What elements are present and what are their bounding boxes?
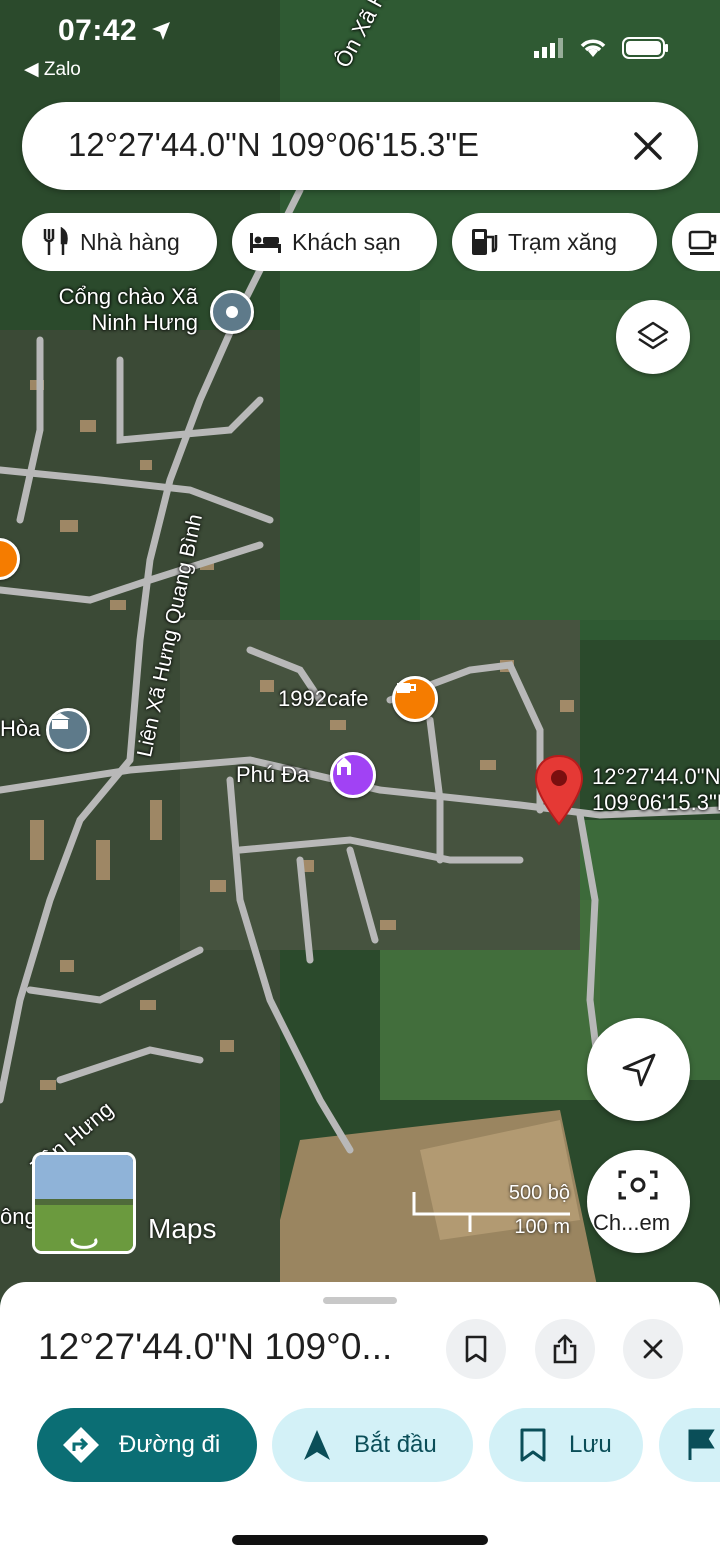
map-label-left: Hòa <box>0 716 41 741</box>
directions-button[interactable]: Đường đi <box>37 1408 257 1482</box>
chip-label: Trạm xăng <box>508 228 618 255</box>
search-query[interactable]: 12°27'44.0"N 109°06'15.3"E <box>68 126 479 164</box>
temple-icon <box>337 757 351 775</box>
start-button[interactable]: Bắt đầu <box>272 1408 473 1482</box>
action-buttons: Đường đi Bắt đầu Lưu <box>0 1408 720 1482</box>
back-app-label: Zalo <box>43 59 81 80</box>
wifi-icon <box>580 39 606 57</box>
save-button[interactable]: Lưu <box>489 1408 643 1482</box>
share-button[interactable] <box>535 1319 595 1379</box>
bookmark-icon <box>520 1428 546 1462</box>
navigation-arrow-icon <box>622 1053 655 1086</box>
layers-button[interactable] <box>616 300 690 374</box>
cafe-pin[interactable] <box>392 676 438 722</box>
scale-bar: 500 bộ 100 m <box>412 1180 572 1240</box>
category-chips: Nhà hàng Khách sạn Trạm xăng <box>22 213 720 271</box>
close-icon <box>643 1339 663 1359</box>
gate-landmark-pin[interactable] <box>210 290 254 334</box>
landmark-dot-icon <box>226 306 238 318</box>
camera-icon <box>618 1170 658 1200</box>
street-view-thumbnail[interactable] <box>32 1152 136 1254</box>
bookmark-icon <box>465 1335 487 1363</box>
street-view-image <box>35 1155 133 1251</box>
chip-label: Nhà hàng <box>80 228 180 255</box>
map-label-cafe: 1992cafe <box>278 686 369 711</box>
save-icon-button[interactable] <box>446 1319 506 1379</box>
place-title: 12°27'44.0"N 109°0... <box>38 1326 393 1367</box>
scale-bottom-label: 100 m <box>514 1216 570 1238</box>
chip-coffee[interactable] <box>672 213 720 271</box>
status-bar: 07:42 ◀ Zalo <box>0 0 720 90</box>
temple-pin[interactable] <box>330 752 376 798</box>
status-icons <box>534 36 670 60</box>
battery-icon <box>622 37 668 59</box>
maps-attribution: Maps <box>148 1213 217 1244</box>
save-label: Lưu <box>569 1431 612 1458</box>
building-icon <box>50 713 70 729</box>
lens-label: Ch...em <box>593 1210 671 1235</box>
share-icon <box>553 1334 577 1364</box>
location-arrow-icon <box>152 22 171 40</box>
layers-icon <box>637 321 669 350</box>
pin-label-line1: 12°27'44.0"N <box>592 764 720 789</box>
coffee-cup-icon <box>397 683 416 693</box>
directions-icon <box>63 1427 99 1463</box>
search-bar[interactable]: 12°27'44.0"N 109°06'15.3"E <box>22 102 698 190</box>
dropped-pin-label: 12°27'44.0"N 109°06'15.3"E <box>592 764 720 817</box>
gas-station-icon <box>472 229 498 255</box>
more-action-button[interactable] <box>659 1408 720 1482</box>
status-time: 07:42 <box>58 14 172 48</box>
home-indicator <box>232 1535 488 1545</box>
time-text: 07:42 <box>58 14 138 47</box>
coffee-icon <box>688 230 717 255</box>
place-sheet[interactable]: 12°27'44.0"N 109°0... Đường đi Bắt đầu L… <box>0 1282 720 1559</box>
hotel-icon <box>250 233 281 253</box>
start-label: Bắt đầu <box>354 1431 437 1458</box>
navigation-arrow-icon <box>304 1430 330 1460</box>
pin-label-line2: 109°06'15.3"E <box>592 790 720 816</box>
back-chevron-icon: ◀ <box>24 59 39 80</box>
flag-icon <box>688 1429 715 1460</box>
place-pin-left[interactable] <box>46 708 90 752</box>
chip-gas-stations[interactable]: Trạm xăng <box>452 213 657 271</box>
close-icon[interactable] <box>626 124 670 168</box>
my-location-button[interactable] <box>587 1018 690 1121</box>
back-to-app[interactable]: ◀ Zalo <box>24 58 81 81</box>
signal-icon <box>534 38 563 58</box>
lens-button[interactable]: Ch...em <box>587 1150 690 1253</box>
directions-label: Đường đi <box>119 1431 221 1458</box>
chip-restaurants[interactable]: Nhà hàng <box>22 213 217 271</box>
map-label-gate: Cổng chào Xã Ninh Hưng <box>36 284 198 337</box>
sheet-drag-handle[interactable] <box>323 1297 397 1304</box>
dropped-pin-icon[interactable] <box>534 754 584 826</box>
close-sheet-button[interactable] <box>623 1319 683 1379</box>
chip-label: Khách sạn <box>292 228 401 255</box>
chip-hotels[interactable]: Khách sạn <box>232 213 437 271</box>
map-label-temple: Phú Đa <box>236 762 310 787</box>
restaurant-icon <box>43 227 68 255</box>
gate-label-text: Cổng chào Xã Ninh Hưng <box>58 284 198 336</box>
